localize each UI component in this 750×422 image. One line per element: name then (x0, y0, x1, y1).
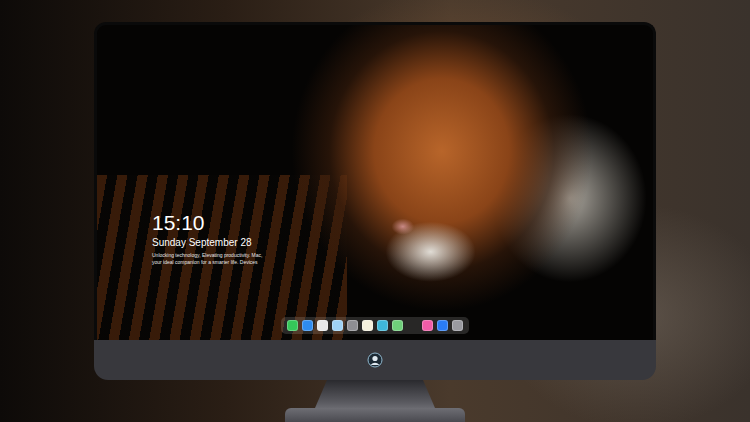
clock-caption: Unlocking technology, Elevating producti… (152, 252, 270, 266)
monitor-chin (94, 340, 656, 380)
monitor-stand (315, 380, 435, 408)
app-icon[interactable] (377, 320, 388, 331)
dock-extras (422, 320, 463, 331)
app-icon[interactable] (302, 320, 313, 331)
desktop-background: 15:10 Sunday September 28 Unlocking techno… (0, 0, 750, 422)
app-icon[interactable] (362, 320, 373, 331)
lock-clock: 15:10 Sunday September 28 Unlocking techno… (152, 211, 653, 266)
app-icon[interactable] (437, 320, 448, 331)
monitor-base (285, 408, 465, 422)
clock-date: Sunday September 28 (152, 237, 653, 249)
brand-logo-icon (367, 352, 383, 368)
app-icon[interactable] (317, 320, 328, 331)
dock-apps (287, 320, 403, 331)
clock-time: 15:10 (152, 211, 653, 234)
dock (281, 317, 469, 334)
app-icon[interactable] (452, 320, 463, 331)
app-icon[interactable] (392, 320, 403, 331)
app-icon[interactable] (287, 320, 298, 331)
app-icon[interactable] (347, 320, 358, 331)
app-icon[interactable] (332, 320, 343, 331)
monitor-screen: 15:10 Sunday September 28 Unlocking techno… (94, 22, 656, 340)
app-icon[interactable] (422, 320, 433, 331)
